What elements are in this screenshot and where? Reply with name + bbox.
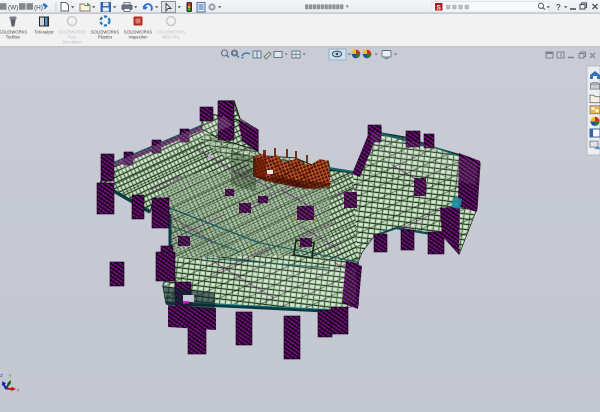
svg-text:X: X [17, 388, 21, 394]
svg-text:Simulation: Simulation [62, 40, 82, 45]
svg-text:(W): (W) [8, 5, 18, 12]
svg-text:S: S [437, 4, 442, 11]
svg-text:(H): (H) [34, 5, 43, 12]
svg-text:?: ? [556, 3, 561, 12]
svg-text:Plastics: Plastics [98, 35, 112, 40]
svg-text:Inspection: Inspection [128, 35, 148, 40]
svg-text:MBD SNL: MBD SNL [162, 35, 181, 40]
svg-text:Z: Z [0, 373, 3, 379]
svg-text:Toolbox: Toolbox [6, 35, 21, 40]
svg-text:Y: Y [9, 374, 13, 380]
svg-text:TolAnalyst: TolAnalyst [34, 30, 54, 35]
